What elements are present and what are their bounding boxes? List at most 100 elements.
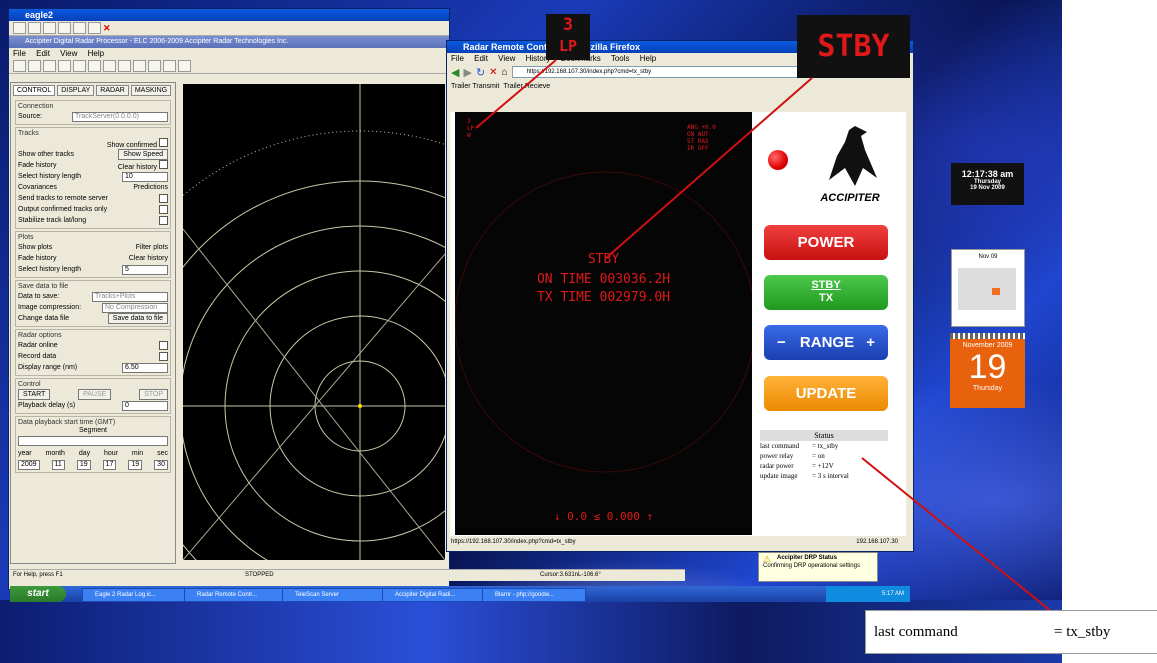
display-range-select[interactable]: 6.50 [122, 362, 168, 373]
change-file-label[interactable]: Change data file [18, 315, 69, 322]
ff-menu-tools[interactable]: Tools [611, 54, 630, 63]
show-confirmed-checkbox[interactable] [159, 138, 168, 147]
open-icon[interactable] [28, 22, 41, 34]
tab-display[interactable]: DISPLAY [57, 85, 95, 96]
reload-icon[interactable]: ↻ [476, 66, 485, 79]
pointer-icon[interactable] [28, 60, 41, 72]
compression-select[interactable]: No Compression [102, 302, 168, 313]
playback-group: Data playback start time (GMT) Segment y… [15, 416, 171, 473]
source-select[interactable]: TrackServer(0.0.0.0) [72, 111, 168, 122]
range-button[interactable]: − RANGE + [764, 325, 888, 360]
back-icon[interactable]: ◀ [451, 66, 459, 79]
output-confirmed-checkbox[interactable] [159, 205, 168, 214]
ff-status-url: https://192.168.107.30/index.php?cmd=tx_… [451, 539, 576, 545]
show-speed-button[interactable]: Show Speed [118, 149, 168, 160]
brand-name: ACCIPITER [820, 192, 880, 204]
status-row: last command = tx_stby [760, 441, 888, 451]
min-field[interactable]: 19 [128, 459, 143, 470]
layer-icon[interactable] [73, 60, 86, 72]
update-button-label: UPDATE [795, 385, 857, 402]
lp-label: LP [558, 37, 578, 55]
play-icon[interactable] [148, 60, 161, 72]
segment-select[interactable] [18, 436, 168, 446]
ff-menu-file[interactable]: File [451, 54, 464, 63]
taskbar-item[interactable]: Blarnr - php://goodw... [482, 588, 586, 602]
refresh-icon[interactable] [58, 22, 71, 34]
tab-control[interactable]: CONTROL [13, 85, 56, 96]
hour-field[interactable]: 17 [102, 459, 117, 470]
record-icon[interactable] [133, 60, 146, 72]
pan-icon[interactable] [58, 60, 71, 72]
help-status: For Help, press F1 [13, 572, 63, 578]
eagle-titlebar: eagle2 [9, 9, 449, 21]
record-data-checkbox[interactable] [159, 352, 168, 361]
stop-icon[interactable] [178, 60, 191, 72]
stabilize-checkbox[interactable] [159, 216, 168, 225]
tab-radar[interactable]: RADAR [96, 85, 129, 96]
tab-masking[interactable]: MASKING [130, 85, 172, 96]
crt-corner-tl: 3 LP W [467, 118, 474, 139]
bookmark-trailer-transmit[interactable]: Trailer Transmit [451, 83, 499, 90]
taskbar-item[interactable]: Accipiter Digital Radi... [382, 588, 486, 602]
tx-label: TX [818, 292, 834, 304]
send-tracks-checkbox[interactable] [159, 194, 168, 203]
pause-icon[interactable] [163, 60, 176, 72]
menu-view[interactable]: View [60, 49, 77, 58]
home-icon[interactable]: ⌂ [502, 67, 508, 78]
radar-rings [183, 84, 445, 560]
help-icon[interactable] [13, 60, 26, 72]
taskbar-item[interactable]: Radar Remote Contr... [184, 588, 286, 602]
range-plus[interactable]: + [866, 334, 875, 351]
start-button[interactable]: START [18, 389, 51, 400]
grid-icon[interactable] [43, 22, 56, 34]
bookmark-trailer-recieve[interactable]: Trailer Recieve [503, 83, 550, 90]
min-header: min [131, 450, 144, 457]
range-minus[interactable]: − [777, 334, 786, 351]
start-button[interactable]: start [10, 586, 66, 602]
radar-display[interactable] [183, 84, 445, 560]
track-length-select[interactable]: 10 [122, 171, 168, 182]
month-field[interactable]: 11 [51, 459, 65, 470]
notification-popup[interactable]: Accipiter DRP Status Confirming DRP oper… [758, 552, 878, 582]
source-label: Source: [18, 113, 43, 120]
power-button[interactable]: POWER [764, 225, 888, 260]
radar-online-checkbox[interactable] [159, 341, 168, 350]
clear-history-checkbox[interactable] [159, 160, 168, 169]
new-icon[interactable] [13, 22, 26, 34]
plots-length-select[interactable]: 5 [122, 264, 168, 275]
close-icon[interactable]: ✕ [103, 23, 111, 34]
status-row: radar power = +12V [760, 461, 888, 471]
month-header: month [45, 450, 65, 457]
taskbar-item[interactable]: Eagle 2 Radar Log.ic... [82, 588, 186, 602]
menu-file[interactable]: File [13, 49, 26, 58]
sec-field[interactable]: 30 [154, 459, 168, 470]
ff-menu-view[interactable]: View [498, 54, 515, 63]
stop-nav-icon[interactable]: ✕ [489, 67, 497, 78]
map-icon[interactable] [88, 60, 101, 72]
day-field[interactable]: 19 [76, 459, 91, 470]
taskbar-item[interactable]: TeleScan Server [282, 588, 384, 602]
playback-delay-select[interactable]: 0 [122, 400, 168, 411]
clock-date: 19 Nov 2009 [970, 185, 1005, 191]
tool-icon[interactable] [73, 22, 86, 34]
pause-button[interactable]: PAUSE [78, 389, 112, 400]
menu-edit[interactable]: Edit [36, 49, 50, 58]
power-button-label: POWER [797, 234, 855, 251]
crt-mode: STBY [587, 252, 620, 267]
update-button[interactable]: UPDATE [764, 376, 888, 411]
year-field[interactable]: 2009 [18, 459, 40, 470]
ff-menu-help[interactable]: Help [640, 54, 656, 63]
ff-menu-edit[interactable]: Edit [474, 54, 488, 63]
stby-tx-button[interactable]: STBY TX [764, 275, 888, 310]
save-icon[interactable] [88, 22, 101, 34]
data-to-save-select[interactable]: Tracks+Plots [92, 291, 168, 302]
track-icon[interactable] [103, 60, 116, 72]
panel-tabs: CONTROL DISPLAY RADAR MASKING [11, 83, 175, 98]
eagle-menubar: File Edit View Help [9, 48, 449, 59]
save-data-button[interactable]: Save data to file [107, 313, 168, 324]
menu-help[interactable]: Help [88, 49, 104, 58]
zoom-icon[interactable] [43, 60, 56, 72]
plot-icon[interactable] [118, 60, 131, 72]
stop-button[interactable]: STOP [139, 389, 168, 400]
forward-icon[interactable]: ▶ [463, 66, 471, 79]
